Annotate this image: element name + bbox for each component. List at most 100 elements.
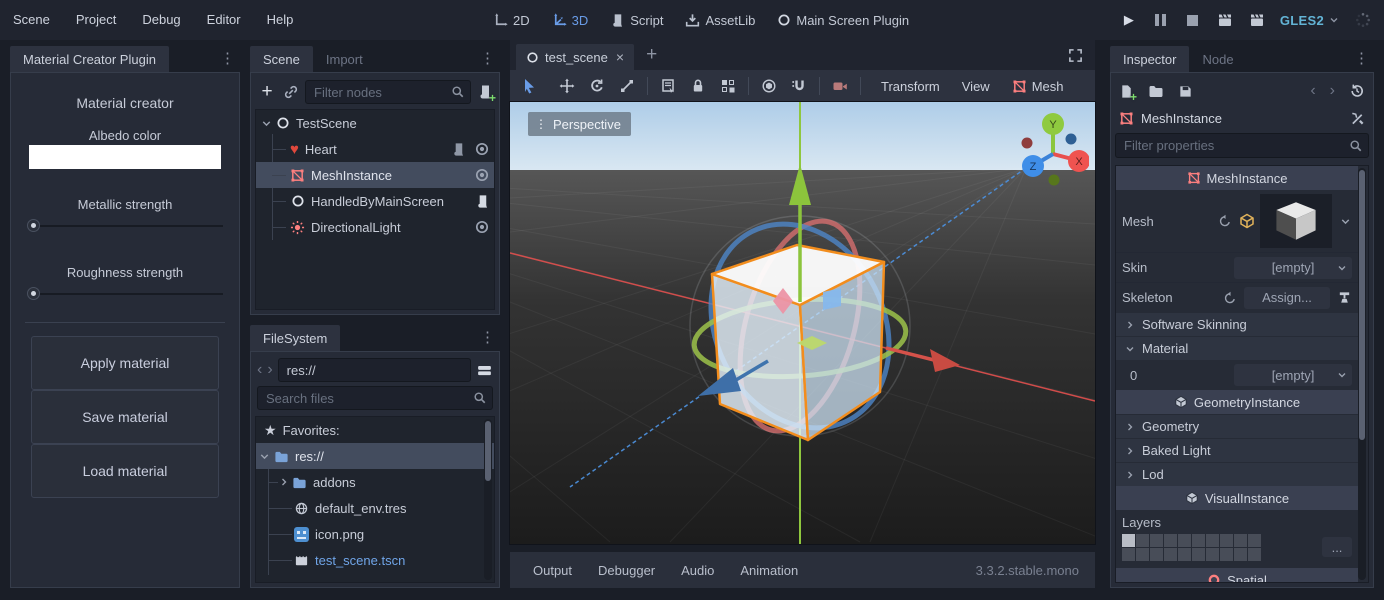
menu-project[interactable]: Project xyxy=(63,0,129,40)
tree-row-meshinstance[interactable]: MeshInstance xyxy=(256,162,494,188)
camera-preview-toggle[interactable] xyxy=(825,73,855,99)
collapse-icon[interactable] xyxy=(260,117,273,130)
collapse-icon[interactable] xyxy=(258,450,271,463)
tab-import[interactable]: Import xyxy=(313,46,376,72)
fs-row-favorites[interactable]: ★ Favorites: xyxy=(256,417,494,443)
transform-menu[interactable]: Transform xyxy=(870,79,951,94)
layer-cell[interactable] xyxy=(1220,534,1233,547)
update-spinner-icon[interactable] xyxy=(1350,7,1376,33)
scrollbar-thumb[interactable] xyxy=(485,421,491,481)
scrollbar-thumb[interactable] xyxy=(1359,170,1365,440)
layer-cell[interactable] xyxy=(1122,548,1135,561)
group-node-button[interactable] xyxy=(713,73,743,99)
layer-cell[interactable] xyxy=(1122,534,1135,547)
layer-cell[interactable] xyxy=(1192,534,1205,547)
play-button[interactable]: ▶ xyxy=(1116,7,1142,33)
tree-row-handledbymainscreen[interactable]: HandledByMainScreen xyxy=(256,188,494,214)
menu-scene[interactable]: Scene xyxy=(0,0,63,40)
audio-button[interactable]: Audio xyxy=(668,563,727,578)
axis-orientation-gizmo[interactable]: Y X Z xyxy=(1013,110,1089,188)
move-tool-button[interactable] xyxy=(552,73,582,99)
play-scene-button[interactable] xyxy=(1212,7,1238,33)
layer-cell[interactable] xyxy=(1178,534,1191,547)
albedo-color-picker[interactable] xyxy=(29,145,221,169)
dock-menu-icon[interactable]: ⋮ xyxy=(220,51,234,67)
lock-node-button[interactable] xyxy=(683,73,713,99)
layer-cell[interactable] xyxy=(1206,534,1219,547)
fs-row-default-env[interactable]: default_env.tres xyxy=(256,495,494,521)
scene-tab-test-scene[interactable]: test_scene × xyxy=(516,44,634,70)
menu-editor[interactable]: Editor xyxy=(194,0,254,40)
output-button[interactable]: Output xyxy=(520,563,585,578)
layer-cell[interactable] xyxy=(1136,534,1149,547)
tree-row-heart[interactable]: ♥ Heart xyxy=(256,136,494,162)
load-material-button[interactable]: Load material xyxy=(31,444,219,498)
viewport-3d[interactable]: ⋮ Perspective Y X Z xyxy=(510,102,1095,544)
layer-cell[interactable] xyxy=(1150,548,1163,561)
layer-cell[interactable] xyxy=(1234,548,1247,561)
roughness-strength-slider[interactable] xyxy=(27,287,223,301)
layer-cell[interactable] xyxy=(1220,548,1233,561)
section-software-skinning[interactable]: Software Skinning xyxy=(1116,312,1358,336)
search-files-input[interactable] xyxy=(257,386,493,410)
animation-button[interactable]: Animation xyxy=(727,563,811,578)
workspace-2d-button[interactable]: 2D xyxy=(484,0,539,40)
attach-script-button[interactable]: + xyxy=(477,84,493,100)
layer-cell[interactable] xyxy=(1248,534,1261,547)
section-geometry[interactable]: Geometry xyxy=(1116,414,1358,438)
fs-row-addons[interactable]: addons xyxy=(256,469,494,495)
visibility-eye-icon[interactable] xyxy=(474,141,490,157)
tab-filesystem[interactable]: FileSystem xyxy=(250,325,340,351)
perspective-menu-button[interactable]: ⋮ Perspective xyxy=(528,112,631,136)
section-baked-light[interactable]: Baked Light xyxy=(1116,438,1358,462)
skeleton-assign-button[interactable]: Assign... xyxy=(1244,287,1330,309)
tab-inspector[interactable]: Inspector xyxy=(1110,46,1189,72)
apply-material-button[interactable]: Apply material xyxy=(31,336,219,390)
layer-cell[interactable] xyxy=(1136,548,1149,561)
pause-button[interactable] xyxy=(1148,7,1174,33)
add-node-button[interactable]: + xyxy=(257,81,277,103)
revert-icon[interactable] xyxy=(1223,291,1237,305)
extra-tools-icon[interactable] xyxy=(1350,111,1365,126)
instance-scene-button[interactable] xyxy=(283,84,299,100)
new-scene-tab-button[interactable]: + xyxy=(646,44,657,66)
stop-button[interactable] xyxy=(1180,7,1206,33)
workspace-script-button[interactable]: Script xyxy=(601,0,672,40)
workspace-assetlib-button[interactable]: AssetLib xyxy=(676,0,764,40)
scrollbar[interactable] xyxy=(1358,168,1366,580)
filter-properties-input[interactable] xyxy=(1115,133,1369,158)
view-menu[interactable]: View xyxy=(951,79,1001,94)
snap-toggle[interactable] xyxy=(784,73,814,99)
workspace-3d-button[interactable]: 3D xyxy=(543,0,598,40)
new-resource-button[interactable]: + xyxy=(1119,84,1134,99)
layer-cell[interactable] xyxy=(1164,548,1177,561)
script-icon[interactable] xyxy=(451,142,466,157)
expand-icon[interactable] xyxy=(278,476,290,488)
scrollbar[interactable] xyxy=(484,419,492,580)
save-material-button[interactable]: Save material xyxy=(31,390,219,444)
history-back-button[interactable]: ‹ xyxy=(257,361,262,379)
history-forward-button[interactable]: › xyxy=(1330,82,1335,100)
filter-nodes-input[interactable] xyxy=(305,80,471,104)
debugger-button[interactable]: Debugger xyxy=(585,563,668,578)
save-resource-button[interactable] xyxy=(1178,84,1193,99)
history-forward-button[interactable]: › xyxy=(267,361,272,379)
tab-material-creator-plugin[interactable]: Material Creator Plugin xyxy=(10,46,169,72)
object-history-button[interactable] xyxy=(1349,83,1365,99)
visibility-eye-icon[interactable] xyxy=(474,167,490,183)
dock-menu-icon[interactable]: ⋮ xyxy=(480,330,494,346)
menu-debug[interactable]: Debug xyxy=(129,0,193,40)
menu-help[interactable]: Help xyxy=(254,0,307,40)
split-view-icon[interactable] xyxy=(476,362,493,379)
class-header-meshinstance[interactable]: MeshInstance xyxy=(1116,166,1358,190)
layer-cell[interactable] xyxy=(1206,548,1219,561)
close-tab-icon[interactable]: × xyxy=(616,49,624,65)
list-select-button[interactable] xyxy=(653,73,683,99)
fs-row-res[interactable]: res:// xyxy=(256,443,494,469)
tab-node[interactable]: Node xyxy=(1189,46,1246,72)
tree-row-testscene[interactable]: TestScene xyxy=(256,110,494,136)
section-lod[interactable]: Lod xyxy=(1116,462,1358,486)
distraction-free-icon[interactable] xyxy=(1068,48,1083,63)
scale-tool-button[interactable] xyxy=(612,73,642,99)
class-header-spatial[interactable]: Spatial xyxy=(1116,568,1358,583)
